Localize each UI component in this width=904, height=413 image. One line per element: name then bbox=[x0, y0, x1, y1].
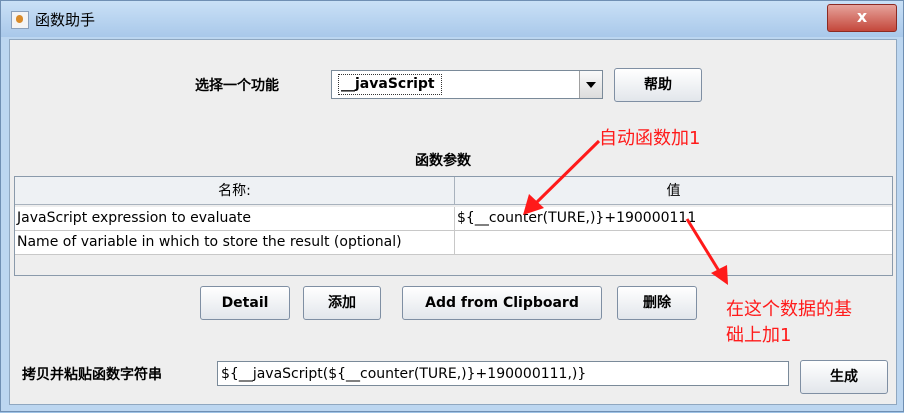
generate-button[interactable]: 生成 bbox=[800, 360, 888, 394]
function-string-field[interactable]: ${__javaScript(${__counter(TURE,)}+19000… bbox=[217, 361, 789, 386]
detail-button[interactable]: Detail bbox=[200, 286, 290, 320]
chevron-down-icon[interactable] bbox=[579, 71, 602, 98]
function-dropdown-value: __javaScript bbox=[338, 74, 442, 95]
column-header-value[interactable]: 值 bbox=[455, 177, 892, 205]
function-select-label: 选择一个功能 bbox=[195, 78, 279, 94]
add-button[interactable]: 添加 bbox=[303, 286, 381, 320]
delete-button[interactable]: 删除 bbox=[617, 286, 697, 320]
annotation-top: 自动函数加1 bbox=[599, 128, 701, 149]
annotation-bottom-line1: 在这个数据的基 bbox=[726, 299, 852, 320]
params-section-title: 函数参数 bbox=[415, 153, 471, 169]
dialog-content: 选择一个功能 __javaScript 帮助 函数参数 名称: 值 JavaSc… bbox=[9, 39, 897, 405]
param-name-cell[interactable]: Name of variable in which to store the r… bbox=[15, 231, 455, 254]
params-table: 名称: 值 JavaScript expression to evaluate … bbox=[14, 176, 893, 276]
title-bar[interactable]: 函数助手 x bbox=[1, 1, 903, 37]
column-header-name[interactable]: 名称: bbox=[15, 177, 455, 205]
function-helper-window: 函数助手 x 选择一个功能 __javaScript 帮助 函数参数 名称: 值… bbox=[0, 0, 904, 412]
param-value-cell[interactable] bbox=[455, 231, 892, 254]
help-button[interactable]: 帮助 bbox=[614, 68, 702, 102]
java-app-icon bbox=[11, 11, 29, 29]
add-from-clipboard-button[interactable]: Add from Clipboard bbox=[402, 286, 602, 320]
window-title: 函数助手 bbox=[35, 11, 96, 29]
table-row[interactable]: JavaScript expression to evaluate ${__co… bbox=[15, 207, 892, 231]
close-button[interactable]: x bbox=[827, 4, 897, 32]
function-dropdown[interactable]: __javaScript bbox=[331, 70, 603, 99]
table-row[interactable]: Name of variable in which to store the r… bbox=[15, 231, 892, 255]
output-label: 拷贝并粘贴函数字符串 bbox=[22, 367, 162, 383]
param-name-cell[interactable]: JavaScript expression to evaluate bbox=[15, 207, 455, 230]
annotation-bottom-line2: 础上加1 bbox=[726, 325, 792, 346]
param-value-cell[interactable]: ${__counter(TURE,)}+190000111 bbox=[455, 207, 892, 230]
